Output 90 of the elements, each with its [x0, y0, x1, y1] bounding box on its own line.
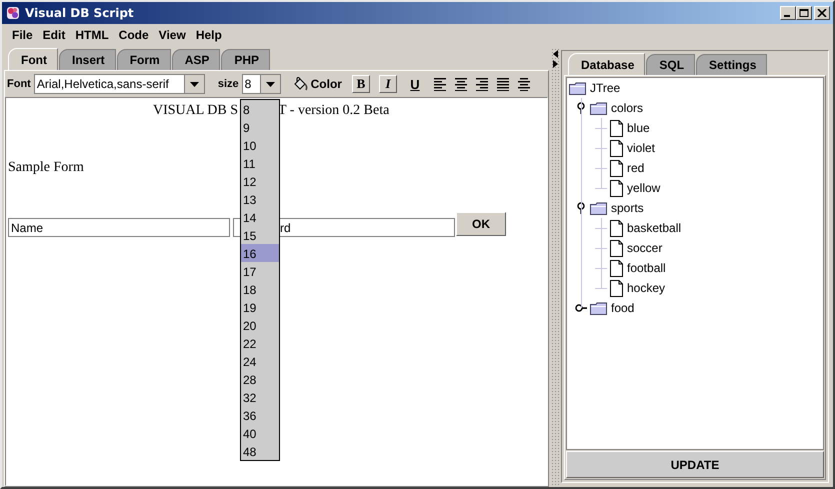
color-button[interactable]: Color: [288, 76, 346, 92]
font-label: Font: [7, 78, 31, 90]
maximize-icon: [799, 9, 809, 17]
tree-item[interactable]: basketball: [626, 221, 682, 235]
heading-text: VISUAL DB S: [152, 103, 238, 119]
tree-item[interactable]: violet: [626, 141, 656, 155]
dropdown-option[interactable]: 19: [241, 298, 279, 316]
tab[interactable]: SQL: [646, 54, 696, 75]
expanded-handle-icon[interactable]: [575, 102, 587, 114]
tab[interactable]: Form: [116, 49, 171, 70]
justify-icon[interactable]: [496, 77, 509, 91]
ok-button[interactable]: OK: [456, 212, 506, 236]
expanded-handle-icon[interactable]: [575, 202, 587, 214]
update-button[interactable]: UPDATE: [566, 451, 824, 478]
folder-icon: [569, 82, 586, 94]
input-field[interactable]: Name: [8, 218, 230, 237]
caret-icon: [266, 82, 275, 86]
dropdown-option[interactable]: 22: [241, 334, 279, 352]
document-icon: [610, 240, 623, 256]
dropdown-option[interactable]: 36: [241, 406, 279, 424]
folder-icon: [590, 302, 607, 314]
dropdown-option[interactable]: 8: [241, 100, 279, 118]
font-dropdown[interactable]: Arial,Helvetica,sans-serif: [34, 74, 205, 94]
expand-right-icon[interactable]: [553, 60, 558, 68]
dropdown-option[interactable]: 13: [241, 190, 279, 208]
maximize-button[interactable]: [796, 6, 812, 20]
caret-icon: [190, 82, 199, 86]
tree-item[interactable]: soccer: [626, 241, 664, 255]
document-icon: [610, 160, 623, 176]
tree-item[interactable]: yellow: [626, 181, 662, 195]
dropdown-option[interactable]: 12: [241, 172, 279, 190]
tree-item[interactable]: hockey: [626, 281, 666, 295]
dropdown-button[interactable]: [184, 75, 204, 93]
paragraph-text: Sample Form: [8, 160, 84, 176]
tree-item[interactable]: food: [610, 301, 636, 315]
menu-item[interactable]: File: [7, 26, 38, 44]
menu-item[interactable]: Help: [190, 26, 227, 44]
dropdown-option[interactable]: 28: [241, 370, 279, 388]
align-left-icon[interactable]: [434, 77, 446, 91]
dropdown-option[interactable]: 9: [241, 118, 279, 136]
tab[interactable]: Font: [8, 48, 58, 70]
tree-item[interactable]: blue: [626, 121, 651, 135]
tree-item[interactable]: sports: [610, 201, 645, 215]
app-icon: [5, 5, 21, 21]
dropdown-option[interactable]: 24: [241, 352, 279, 370]
size-dropdown[interactable]: 8: [242, 74, 281, 94]
folder-icon: [590, 202, 607, 214]
tree-item[interactable]: football: [626, 261, 667, 275]
tab[interactable]: Settings: [696, 54, 768, 75]
dropdown-button[interactable]: [260, 75, 280, 93]
folder-icon: [590, 102, 607, 114]
dropdown-option[interactable]: 40: [241, 424, 279, 442]
close-icon: [817, 9, 827, 17]
document-icon: [610, 140, 623, 156]
document-icon: [610, 120, 623, 136]
menu-item[interactable]: Code: [114, 26, 154, 44]
document-icon: [610, 220, 623, 236]
menu-item[interactable]: HTML: [70, 26, 114, 44]
document-icon: [610, 180, 623, 196]
document-icon: [610, 280, 623, 296]
size-label: size: [218, 78, 239, 90]
dropdown-option[interactable]: 32: [241, 388, 279, 406]
document-icon: [610, 260, 623, 276]
menu-item[interactable]: Edit: [38, 26, 70, 44]
align-center-icon[interactable]: [454, 77, 467, 91]
collapse-left-icon[interactable]: [553, 50, 558, 58]
bold-button[interactable]: B: [352, 75, 370, 93]
close-button[interactable]: [814, 6, 830, 20]
tab[interactable]: PHP: [221, 49, 270, 70]
tree-item[interactable]: red: [626, 161, 646, 175]
tab[interactable]: ASP: [172, 49, 220, 70]
dropdown-option[interactable]: 48: [241, 442, 279, 460]
tab[interactable]: Database: [568, 53, 646, 75]
italic-button[interactable]: I: [378, 75, 397, 93]
window-title: Visual DB Script: [25, 6, 135, 20]
align-right-icon[interactable]: [476, 77, 488, 91]
dropdown-option[interactable]: 11: [241, 154, 279, 172]
dropdown-option[interactable]: 10: [241, 136, 279, 154]
tab[interactable]: Insert: [59, 49, 116, 70]
minimize-button[interactable]: [780, 6, 796, 20]
text-lines-icon[interactable]: [518, 77, 530, 91]
dropdown-option[interactable]: 18: [241, 280, 279, 298]
collapsed-handle-icon[interactable]: [575, 302, 587, 314]
dropdown-option[interactable]: 20: [241, 316, 279, 334]
paint-bucket-icon: [292, 76, 308, 92]
dropdown-option[interactable]: 16: [241, 244, 279, 262]
tree-item[interactable]: JTree: [589, 81, 622, 95]
dropdown-option[interactable]: 17: [241, 262, 279, 280]
tree-item[interactable]: colors: [610, 101, 644, 115]
menu-item[interactable]: View: [154, 26, 191, 44]
